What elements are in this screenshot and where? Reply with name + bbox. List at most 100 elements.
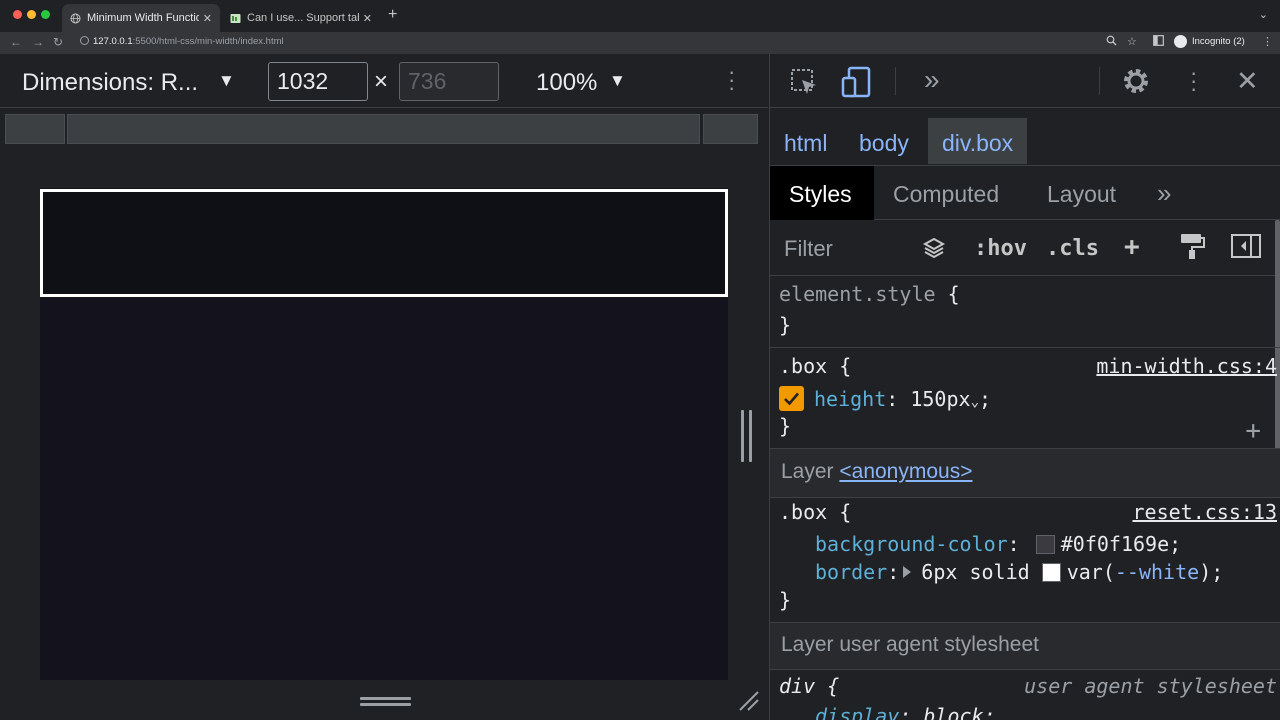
- background-color-value[interactable]: #0f0f169e;: [1061, 532, 1181, 556]
- cls-button[interactable]: .cls: [1046, 236, 1099, 261]
- div-box-element[interactable]: [40, 189, 728, 297]
- rule-divider: [770, 347, 1280, 348]
- settings-gear-icon[interactable]: [1121, 66, 1151, 101]
- toolbar-separator: [895, 67, 896, 95]
- element-style-rule[interactable]: element.style {: [779, 282, 960, 306]
- breadcrumb-html[interactable]: html: [784, 130, 827, 157]
- resize-corner-icon[interactable]: [736, 688, 762, 714]
- address-bar: ← → ↻ 127.0.0.1:5500/html-css/min-width/…: [0, 32, 1280, 54]
- paint-roller-icon[interactable]: [1179, 232, 1205, 266]
- device-toolbar-toggle-icon[interactable]: [841, 66, 873, 103]
- devtools-panel: » · · · ✕ html body div.box Styles Compute…: [769, 54, 1280, 720]
- layer-anonymous-header: Layer <anonymous>: [770, 449, 1280, 497]
- border-declaration[interactable]: border: 6px solid var(--white);: [815, 560, 1223, 584]
- value-dropdown-chevron-icon[interactable]: ⌄: [971, 394, 979, 410]
- height-declaration[interactable]: height: 150px⌄;: [779, 386, 991, 411]
- forward-icon[interactable]: →: [32, 35, 44, 49]
- tab-layout[interactable]: Layout: [1047, 166, 1116, 220]
- expand-shorthand-icon[interactable]: [903, 566, 912, 578]
- height-value[interactable]: 150px: [910, 387, 970, 411]
- tab-minimum-width-function[interactable]: Minimum Width Function ✕: [62, 4, 220, 32]
- media-query-bar: [0, 108, 768, 148]
- border-value[interactable]: 6px solid: [921, 560, 1041, 584]
- zoom-magnifier-icon[interactable]: [1106, 35, 1117, 49]
- device-options-icon[interactable]: · · ·: [728, 61, 735, 99]
- incognito-icon: [1174, 35, 1187, 48]
- incognito-indicator[interactable]: Incognito (2): [1174, 35, 1245, 48]
- layer-anonymous-link[interactable]: <anonymous>: [839, 460, 972, 483]
- back-icon[interactable]: ←: [10, 35, 22, 49]
- tab-search-chevron-icon[interactable]: ⌄: [1259, 8, 1268, 21]
- rule-close-brace: }: [779, 313, 792, 337]
- toggle-sidebar-icon[interactable]: [1231, 234, 1261, 264]
- source-link-reset-css[interactable]: reset.css:13: [1133, 500, 1278, 524]
- browser-tab-bar: Minimum Width Function ✕ Can I use... Su…: [0, 0, 1280, 32]
- media-query-segment[interactable]: [5, 114, 65, 144]
- box-reset-rule-header[interactable]: .box {: [779, 500, 851, 524]
- more-panels-icon[interactable]: »: [924, 64, 940, 96]
- tab-computed[interactable]: Computed: [893, 166, 999, 220]
- toolbar-separator: [1099, 67, 1100, 95]
- layer-prefix: Layer: [781, 460, 840, 483]
- devtools-menu-icon[interactable]: · · ·: [1190, 62, 1197, 100]
- url-field[interactable]: 127.0.0.1:5500/html-css/min-width/index.…: [80, 36, 284, 47]
- media-query-segment[interactable]: [703, 114, 758, 144]
- reload-icon[interactable]: ↻: [53, 35, 63, 49]
- background-color-declaration[interactable]: background-color: #0f0f169e;: [815, 532, 1181, 556]
- tab-title: Minimum Width Function: [87, 12, 199, 24]
- zoom-dropdown[interactable]: 100%: [536, 69, 597, 97]
- side-panel-icon[interactable]: [1153, 35, 1164, 49]
- css-variable-white[interactable]: --white: [1115, 560, 1199, 584]
- background-color-property[interactable]: background-color: [815, 532, 1008, 556]
- height-property[interactable]: height: [814, 387, 886, 411]
- var-open: var(: [1066, 560, 1115, 584]
- viewport-height-input[interactable]: 736: [399, 62, 499, 101]
- add-declaration-icon[interactable]: +: [1245, 416, 1261, 446]
- height-enabled-checkbox[interactable]: [779, 386, 804, 411]
- source-link-min-width-css[interactable]: min-width.css:4: [1096, 354, 1277, 378]
- styles-subtabs: Styles Computed Layout »: [770, 166, 1280, 220]
- close-window-button[interactable]: [13, 10, 22, 19]
- color-swatch-icon[interactable]: [1035, 535, 1055, 554]
- hov-button[interactable]: :hov: [974, 236, 1027, 261]
- border-property[interactable]: border: [815, 560, 887, 584]
- minimize-window-button[interactable]: [27, 10, 36, 19]
- layer-ua-header: Layer user agent stylesheet: [770, 623, 1280, 669]
- box-rule-header[interactable]: .box {: [779, 354, 851, 378]
- close-devtools-icon[interactable]: ✕: [1236, 66, 1259, 97]
- box-selector: .box: [779, 354, 828, 378]
- bookmark-star-icon[interactable]: ☆: [1127, 35, 1137, 48]
- filter-input[interactable]: Filter: [784, 236, 833, 262]
- resize-handle-right-icon[interactable]: [741, 410, 753, 462]
- more-tabs-icon[interactable]: »: [1157, 166, 1171, 220]
- div-selector: div: [779, 674, 816, 698]
- color-swatch-icon[interactable]: [1041, 563, 1061, 582]
- styles-filter-bar: Filter :hov .cls +: [770, 220, 1280, 276]
- media-query-segment[interactable]: [67, 114, 700, 144]
- rule-open-brace: {: [827, 500, 852, 524]
- new-style-rule-button[interactable]: +: [1124, 232, 1140, 262]
- tab-can-i-use[interactable]: Can I use... Support tabl ✕: [222, 4, 380, 32]
- browser-menu-icon[interactable]: ⋮: [1262, 35, 1273, 48]
- toggle-renderings-icon[interactable]: [922, 236, 946, 266]
- breadcrumb-div-box[interactable]: div.box: [928, 118, 1028, 164]
- viewport-width-input[interactable]: 1032: [268, 62, 368, 101]
- dimensions-caret-icon[interactable]: ▼: [218, 71, 235, 91]
- close-tab-icon[interactable]: ✕: [363, 12, 372, 25]
- dimensions-dropdown[interactable]: Dimensions: R...: [22, 69, 198, 97]
- zoom-caret-icon[interactable]: ▼: [609, 71, 626, 91]
- globe-icon: [70, 13, 81, 24]
- maximize-window-button[interactable]: [41, 10, 50, 19]
- rule-divider: [770, 669, 1280, 670]
- display-declaration: display: block;: [815, 704, 996, 720]
- close-tab-icon[interactable]: ✕: [203, 12, 212, 25]
- url-path: :5500/html-css/min-width/index.html: [132, 36, 284, 47]
- ua-div-rule-header[interactable]: div {: [779, 674, 839, 698]
- resize-handle-bottom-icon[interactable]: [360, 697, 411, 706]
- inspect-element-icon[interactable]: [790, 68, 818, 101]
- breadcrumb-body[interactable]: body: [859, 130, 909, 157]
- tab-styles[interactable]: Styles: [770, 166, 874, 220]
- site-info-icon[interactable]: [80, 36, 89, 45]
- element-style-selector: element.style: [779, 282, 936, 306]
- new-tab-button[interactable]: +: [388, 6, 397, 24]
